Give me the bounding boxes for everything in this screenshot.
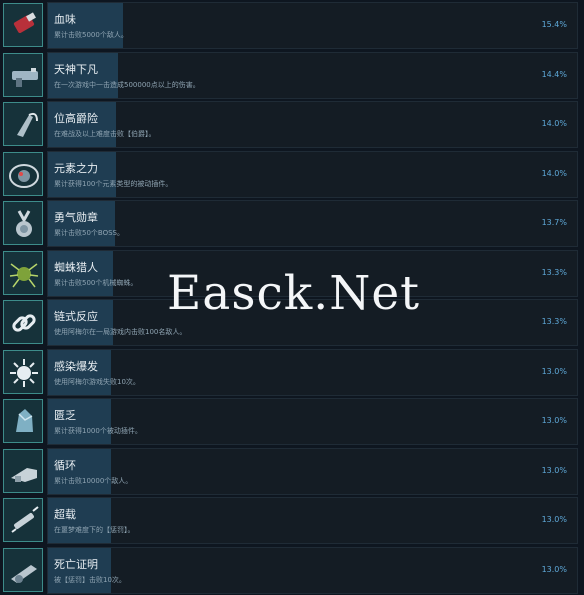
spider-icon (9, 262, 39, 287)
achievement-description: 在噩梦难度下的【惩罚】。 (54, 526, 135, 534)
achievement-title: 循环 (54, 458, 76, 472)
chain-link-icon (12, 314, 36, 332)
achievement-icon-frame (3, 201, 43, 245)
achievement-icon-frame (3, 498, 43, 542)
achievement-title: 感染爆发 (54, 359, 98, 373)
achievement-description: 在一次游戏中一击造成500000点以上的伤害。 (54, 80, 200, 89)
achievement-bar: 勇气勋章累计击败50个BOSS。 13.7% (47, 200, 578, 247)
achievement-description: 在难战及以上难度击败【伯爵】。 (54, 130, 156, 138)
achievement-bar: 天神下凡在一次游戏中一击造成500000点以上的伤害。 14.4% (47, 51, 578, 99)
achievement-title: 勇气勋章 (54, 211, 98, 224)
achievement-title: 元素之力 (54, 161, 98, 175)
achievement-title: 血味 (54, 13, 76, 26)
gauntlet-icon (11, 467, 37, 482)
achievement-icon-frame (3, 300, 43, 344)
achievement-title: 链式反应 (54, 310, 98, 323)
blood-vial-icon (13, 12, 36, 33)
achievement-title: 死亡证明 (54, 557, 98, 571)
watermark-text: Easck.Net (167, 266, 421, 321)
achievement-title: 超载 (54, 508, 76, 521)
achievement-icon-frame (3, 3, 43, 47)
achievement-row[interactable]: 位高爵险在难战及以上难度击败【伯爵】。 14.0% (0, 101, 584, 149)
achievement-icon-frame (3, 349, 43, 394)
achievement-bar: 循环累计击败10000个敌人。 13.0% (47, 447, 578, 495)
achievement-percent: 15.4% (541, 20, 567, 29)
element-orb-icon (9, 163, 39, 188)
achievement-icon-frame (3, 448, 43, 493)
achievement-bar: 死亡证明被【惩罚】击败10次。 13.0% (47, 546, 578, 594)
heavy-gun-icon (12, 67, 38, 87)
medal-icon (16, 210, 32, 237)
achievement-icon-frame (3, 250, 43, 295)
claw-weapon-icon (17, 112, 38, 137)
achievement-percent: 13.0% (541, 515, 567, 524)
achievement-percent: 13.0% (541, 465, 567, 475)
achievement-row[interactable]: 勇气勋章累计击败50个BOSS。 13.7% (0, 200, 584, 248)
achievement-description: 累计获得100个元素类型的被动插件。 (54, 179, 173, 188)
achievement-title: 匮乏 (54, 409, 76, 422)
achievement-bar: 感染爆发使用阿梅尔游戏失败10次。 13.0% (47, 348, 578, 396)
achievement-percent: 14.0% (541, 119, 567, 128)
achievement-row[interactable]: 超载在噩梦难度下的【惩罚】。 13.0% (0, 497, 584, 545)
virus-icon (10, 358, 38, 387)
achievement-row[interactable]: 元素之力累计获得100个元素类型的被动插件。 14.0% (0, 150, 584, 199)
achievement-description: 累计击败10000个敌人。 (54, 476, 133, 485)
achievement-row[interactable]: 天神下凡在一次游戏中一击造成500000点以上的伤害。 14.4% (0, 51, 584, 100)
achievement-icon-frame (3, 151, 43, 196)
achievement-row[interactable]: 死亡证明被【惩罚】击败10次。 13.0% (0, 546, 584, 595)
achievement-percent: 13.0% (541, 416, 567, 425)
achievement-description: 被【惩罚】击败10次。 (54, 575, 126, 584)
crystal-icon (16, 409, 33, 432)
achievement-percent: 13.0% (541, 366, 567, 376)
achievement-description: 累计击败50个BOSS。 (54, 229, 124, 237)
achievement-percent: 13.3% (541, 317, 567, 326)
achievement-icon-frame (3, 102, 43, 146)
achievement-description: 使用阿梅尔在一局游戏内击败100名敌人。 (54, 328, 187, 336)
achievement-description: 累计获得1000个被动插件。 (54, 427, 142, 435)
achievement-percent: 14.4% (541, 69, 567, 79)
achievement-row[interactable]: 血味累计击败5000个敌人。 15.4% (0, 2, 584, 50)
achievement-title: 位高爵险 (54, 112, 98, 125)
achievement-title: 天神下凡 (54, 62, 98, 76)
syringe-icon (11, 506, 39, 533)
achievement-description: 累计击败5000个敌人。 (54, 31, 128, 39)
achievement-bar: 匮乏累计获得1000个被动插件。 13.0% (47, 398, 578, 445)
achievement-row[interactable]: 匮乏累计获得1000个被动插件。 13.0% (0, 398, 584, 446)
cannon-icon (11, 564, 37, 583)
achievement-bar: 超载在噩梦难度下的【惩罚】。 13.0% (47, 497, 578, 544)
achievement-bar: 元素之力累计获得100个元素类型的被动插件。 14.0% (47, 150, 578, 198)
achievement-row[interactable]: 感染爆发使用阿梅尔游戏失败10次。 13.0% (0, 348, 584, 397)
achievement-percent: 14.0% (541, 168, 567, 178)
achievement-row[interactable]: 循环累计击败10000个敌人。 13.0% (0, 447, 584, 496)
achievement-icon-frame (3, 52, 43, 97)
achievement-percent: 13.3% (541, 267, 567, 277)
achievement-description: 累计击败500个机械蜘蛛。 (54, 278, 138, 287)
achievement-title: 蜘蛛猎人 (54, 260, 98, 274)
achievement-description: 使用阿梅尔游戏失败10次。 (54, 377, 140, 386)
achievement-percent: 13.0% (541, 564, 567, 574)
achievement-bar: 血味累计击败5000个敌人。 15.4% (47, 2, 578, 49)
achievement-percent: 13.7% (541, 218, 567, 227)
achievement-icon-frame (3, 399, 43, 443)
achievement-icon-frame (3, 547, 43, 592)
achievement-bar: 位高爵险在难战及以上难度击败【伯爵】。 14.0% (47, 101, 578, 148)
